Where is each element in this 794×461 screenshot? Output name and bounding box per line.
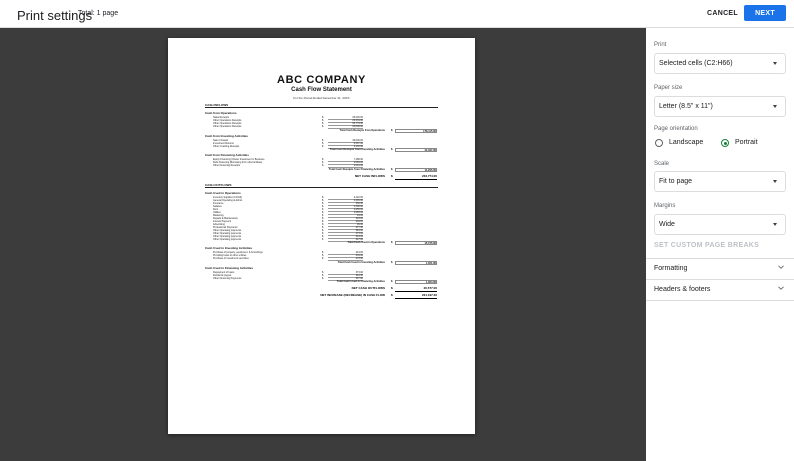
dropdown-arrow-icon [773,105,777,108]
total-value: 15,725.00 [395,241,437,245]
margins-label: Margins [654,203,676,209]
custom-page-breaks-button[interactable]: SET CUSTOM PAGE BREAKS [654,242,759,249]
subsection-used-operations: Cash Used in Operations [205,190,241,195]
formatting-label: Formatting [654,265,688,272]
dropdown-arrow-icon [773,180,777,183]
headers-footers-label: Headers & footers [654,286,711,293]
scale-label: Scale [654,161,670,167]
section-cash-inflows: CASH INFLOWS [205,103,438,108]
scale-select[interactable]: Fit to page [654,171,786,192]
divider [646,300,794,301]
headers-footers-section[interactable]: Headers & footers [646,279,794,300]
total-value: 178,115.00 [395,128,437,133]
subsection-financing: Cash from Financing Activities [205,153,249,157]
subsection-operations: Cash from Operations [205,111,237,115]
net-cash-inflows: NET CASH INFLOWS $233,774.00 [205,173,438,180]
currency-symbol: $ [391,286,393,290]
total-used-investing: Total Cash Used in Investing Activities $… [205,260,438,265]
portrait-label[interactable]: Portrait [735,139,758,146]
total-used-financing: Total Cash Used in Financing Activities $… [205,280,438,284]
currency-symbol: $ [391,167,393,171]
grand-total-label: NET CASH INFLOWS [355,173,385,178]
statement-period: For the Period Ended December 31, 20XX [293,96,350,100]
currency-symbol: $ [391,293,393,297]
company-name: ABC COMPANY [277,74,366,86]
total-label: Total Cash Used in Financing Activities [336,280,385,283]
cancel-button[interactable]: CANCEL [704,5,741,22]
currency-symbol: $ [391,260,393,264]
currency-symbol: $ [391,148,393,151]
grand-total-value: 231,197.00 [395,293,437,299]
total-value: 1,351.00 [395,260,437,265]
currency-symbol: $ [391,241,393,244]
total-value: 44,497.00 [395,148,437,152]
dropdown-arrow-icon [773,223,777,226]
section-cash-outflows: CASH OUTFLOWS [205,183,438,188]
landscape-label[interactable]: Landscape [669,139,703,146]
total-investing: Total Cash Receipts from Investing Activ… [205,148,438,152]
portrait-radio[interactable] [721,139,729,147]
currency-symbol: $ [391,173,393,178]
total-financing: Total Cash Receipts from Financing Activ… [205,167,438,172]
currency-symbol: $ [391,280,393,283]
total-value: 1,064.00 [395,280,437,284]
grand-total-value: 20,577.00 [395,286,437,292]
settings-panel: Print Selected cells (C2:H66) Paper size… [646,28,794,461]
landscape-radio[interactable] [655,139,663,147]
total-value: 11,295.00 [395,167,437,172]
chevron-down-icon [778,265,784,269]
total-used-operations: Total Cash Used in Operations $15,725.00 [205,241,438,245]
grand-total-label: NET INCREASE (DECREASE) IN CASH FLOW [320,293,385,297]
chevron-down-icon [778,286,784,290]
preview-page: ABC COMPANY Cash Flow Statement For the … [168,38,475,434]
grand-total-value: 233,774.00 [395,174,437,180]
total-operations: Total Cash Receipts from Operations $178,… [205,128,438,133]
total-label: Total Cash Receipts from Financing Activ… [328,167,385,171]
grand-total-label: NET CASH OUTFLOWS [351,286,385,290]
total-label: Total Cash Used in Operations [347,241,385,244]
subsection-used-investing: Cash Used in Investing Activities [205,246,253,250]
scale-value: Fit to page [659,178,693,185]
print-label: Print [654,42,667,48]
total-label: Total Cash Receipts from Operations [339,128,386,132]
margins-value: Wide [659,221,675,228]
formatting-section[interactable]: Formatting [646,258,794,279]
subsection-used-financing: Cash Used in Financing Activities [205,265,254,270]
print-range-value: Selected cells (C2:H66) [659,60,733,67]
top-bar: Print settings Total: 1 page CANCEL NEXT [0,0,794,28]
paper-size-label: Paper size [654,85,683,91]
page-count: Total: 1 page [78,10,119,17]
orientation-label: Page orientation [654,126,698,132]
print-range-select[interactable]: Selected cells (C2:H66) [654,53,786,74]
total-label: Total Cash Used in Investing Activities [337,260,385,264]
next-button[interactable]: NEXT [744,5,786,21]
paper-size-value: Letter (8.5" x 11") [659,103,713,110]
dropdown-arrow-icon [773,62,777,65]
print-preview-area: ABC COMPANY Cash Flow Statement For the … [0,28,646,461]
margins-select[interactable]: Wide [654,214,786,235]
net-change-in-cash: NET INCREASE (DECREASE) IN CASH FLOW $231… [205,293,438,299]
subsection-investing: Cash from Investing Activities [205,133,248,138]
currency-symbol: $ [391,128,393,132]
total-label: Total Cash Receipts from Investing Activ… [329,148,385,151]
paper-size-select[interactable]: Letter (8.5" x 11") [654,96,786,117]
statement-title: Cash Flow Statement [291,87,352,93]
net-cash-outflows: NET CASH OUTFLOWS $20,577.00 [205,286,438,292]
